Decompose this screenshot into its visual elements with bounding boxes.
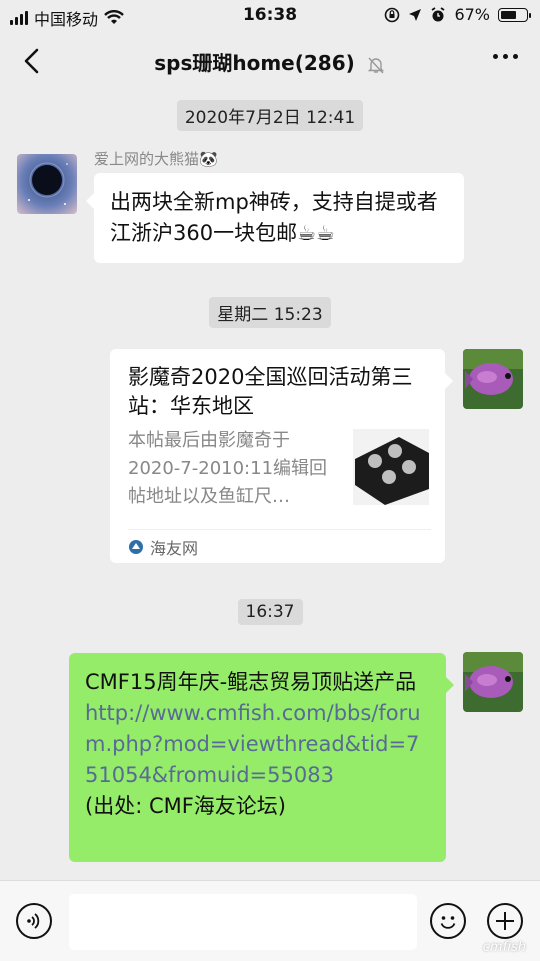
mute-bell-icon [367,57,384,73]
emoji-icon [440,916,456,929]
avatar[interactable] [17,154,77,214]
watermark: cmfish [482,940,526,955]
message-bubble[interactable]: 出两块全新mp神砖，支持自提或者江浙沪360一块包邮☕☕ [86,173,464,263]
avatar[interactable] [463,349,523,409]
message-text: 出两块全新mp神砖，支持自提或者江浙沪360一块包邮☕☕ [110,190,438,245]
input-bar: cmfish [0,880,540,961]
emoji-button[interactable] [430,903,466,939]
message-link[interactable]: http://www.cmfish.com/bbs/forum.php?mod=… [85,698,430,791]
message-input[interactable] [69,894,417,950]
timestamp: 星期二 15:23 [0,297,540,328]
alarm-icon [431,6,445,21]
voice-button[interactable] [16,903,52,939]
card-source: 海友网 [128,535,198,559]
link-card[interactable]: 影魔奇2020全国巡回活动第三站：华东地区 本帖最后由影魔奇于2020-7-20… [110,349,453,563]
location-icon [409,8,422,21]
lock-rotation-icon [385,7,400,22]
timestamp: 2020年7月2日 12:41 [0,100,540,131]
battery-percent: 67% [454,5,490,24]
sender-name: 爱上网的大熊猫🐼 [94,150,218,168]
plus-icon [496,912,514,930]
message-source: (出处: CMF海友论坛) [85,794,286,818]
more-icon[interactable] [493,54,518,59]
nav-bar: sps珊瑚home(286) [0,32,540,90]
card-source-name: 海友网 [150,539,199,558]
battery-icon [498,7,531,22]
card-description: 本帖最后由影魔奇于2020-7-2010:11编辑回帖地址以及鱼缸尺… [128,430,328,507]
status-right: 67% [384,5,531,24]
avatar[interactable] [463,652,523,712]
timestamp: 16:37 [0,599,540,625]
voice-icon [27,913,40,929]
status-bar: 中国移动 16:38 67% [0,0,540,32]
message-text: CMF15周年庆-鲲志贸易顶贴送产品 [85,670,417,694]
chat-title-text: sps珊瑚home(286) [154,51,355,75]
chat-title: sps珊瑚home(286) [0,47,540,76]
source-logo-icon [129,540,143,554]
card-thumbnail [353,429,429,505]
card-divider [128,529,431,530]
card-title: 影魔奇2020全国巡回活动第三站：华东地区 [128,365,413,418]
message-bubble[interactable]: CMF15周年庆-鲲志贸易顶贴送产品 http://www.cmfish.com… [69,653,454,862]
plus-button[interactable] [487,903,523,939]
